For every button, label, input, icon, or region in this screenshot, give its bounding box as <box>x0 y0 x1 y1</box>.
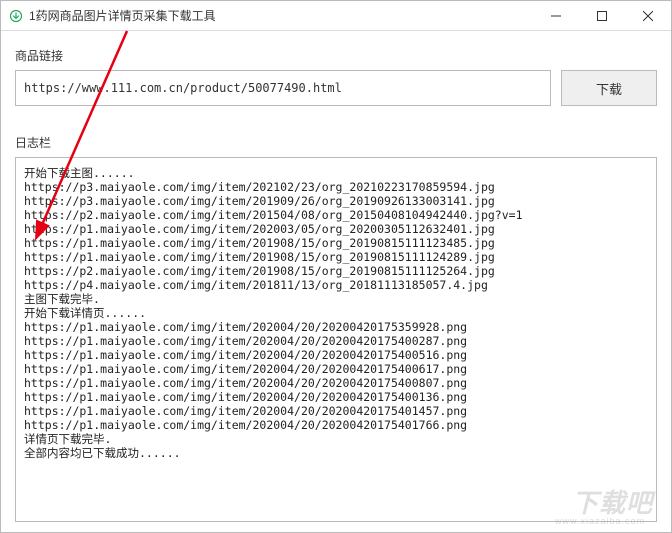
window-controls <box>533 1 671 30</box>
log-text: 开始下载主图...... https://p3.maiyaole.com/img… <box>24 166 650 460</box>
app-window: 1药网商品图片详情页采集下载工具 商品链接 <box>0 0 672 533</box>
url-label: 商品链接 <box>15 47 657 64</box>
close-button[interactable] <box>625 1 671 30</box>
content-area: 商品链接 下载 日志栏 开始下载主图...... https://p3.maiy… <box>1 31 671 532</box>
url-row: 下载 <box>15 70 657 106</box>
minimize-button[interactable] <box>533 1 579 30</box>
download-button[interactable]: 下载 <box>561 70 657 106</box>
titlebar: 1药网商品图片详情页采集下载工具 <box>1 1 671 31</box>
app-icon <box>9 9 23 23</box>
title-left: 1药网商品图片详情页采集下载工具 <box>9 7 216 24</box>
log-output[interactable]: 开始下载主图...... https://p3.maiyaole.com/img… <box>15 157 657 522</box>
log-section: 日志栏 开始下载主图...... https://p3.maiyaole.com… <box>15 134 657 522</box>
window-title: 1药网商品图片详情页采集下载工具 <box>29 7 216 24</box>
url-section: 商品链接 下载 <box>15 47 657 106</box>
url-input[interactable] <box>15 70 551 106</box>
maximize-button[interactable] <box>579 1 625 30</box>
log-label: 日志栏 <box>15 134 657 151</box>
